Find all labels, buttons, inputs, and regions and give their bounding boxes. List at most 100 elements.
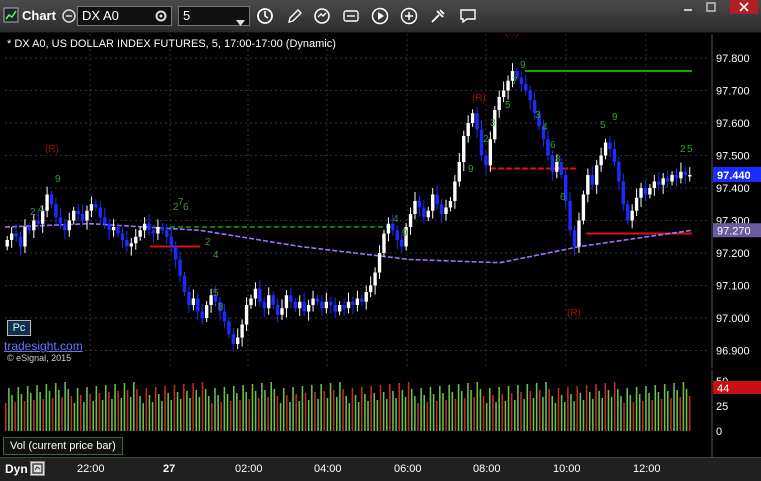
candle-body <box>484 155 488 166</box>
candle-body <box>320 301 324 309</box>
time-label: 27 <box>163 463 176 475</box>
volume-bar <box>198 397 201 431</box>
flag-icon[interactable] <box>340 5 362 27</box>
candle-body <box>5 240 9 247</box>
volume-bar <box>535 383 538 431</box>
pencil-icon[interactable] <box>284 5 306 27</box>
candle-body <box>435 194 439 205</box>
time-label: 04:00 <box>314 463 342 475</box>
candle-body <box>227 321 231 335</box>
volume-bar <box>548 389 550 431</box>
volume-bar <box>120 398 123 431</box>
symbol-input[interactable]: DX A0 <box>77 6 172 26</box>
price-tick-label: 97.000 <box>716 313 750 325</box>
volume-bar <box>407 382 410 431</box>
volume-bar <box>501 394 504 431</box>
volume-bar <box>20 394 23 431</box>
zoom-icon[interactable] <box>398 5 420 27</box>
volume-tick-label: 25 <box>716 401 728 413</box>
chevron-down-icon[interactable] <box>236 13 245 31</box>
volume-bar <box>410 389 413 431</box>
volume-bar <box>220 402 223 431</box>
volume-bar <box>679 397 682 431</box>
volume-bar <box>657 392 660 431</box>
volume-bar <box>76 388 79 431</box>
candle-body <box>431 194 435 211</box>
volume-bar <box>476 382 479 431</box>
volume-bar <box>95 386 98 431</box>
volume-bar <box>176 392 179 431</box>
candle-body <box>27 227 32 231</box>
setup-count-label: 2 <box>483 134 489 145</box>
candle-body <box>382 233 386 253</box>
candle-body <box>98 207 102 218</box>
r-annotation: (R) <box>567 308 581 319</box>
volume-bar <box>360 387 363 431</box>
candle-body <box>54 204 58 218</box>
tools-icon[interactable] <box>427 5 449 27</box>
volume-bar <box>182 384 185 431</box>
refresh-icon[interactable] <box>311 5 333 27</box>
volume-bar <box>620 396 622 431</box>
setup-count-label: 5 <box>687 144 693 155</box>
volume-bar <box>301 386 304 431</box>
volume-bar <box>645 386 647 431</box>
candle-body <box>688 175 692 177</box>
price-chart[interactable]: 249267245849923579346865925 (R)(R)(R)(R)… <box>0 34 761 368</box>
settings-icon[interactable] <box>151 6 171 26</box>
candle-body <box>329 301 333 305</box>
setup-count-label: 4 <box>213 250 219 261</box>
volume-bar <box>142 403 144 431</box>
volume-bar <box>382 392 385 431</box>
volume-bar <box>70 396 73 431</box>
volume-bar <box>617 389 619 431</box>
volume-bar <box>92 401 94 431</box>
volume-bar <box>186 391 188 431</box>
volume-bar <box>117 391 119 431</box>
volume-study-label[interactable]: Vol (current price bar) <box>3 437 123 455</box>
volume-bar <box>498 387 500 431</box>
dynamic-toggle-button[interactable] <box>30 461 45 476</box>
setup-count-label: 7 <box>512 76 518 87</box>
setup-count-label: 8 <box>218 302 224 313</box>
candle-body <box>191 298 196 305</box>
volume-bar <box>470 390 472 431</box>
clock-icon[interactable] <box>254 5 276 27</box>
candle-body <box>373 272 377 286</box>
volume-bar <box>154 387 157 431</box>
volume-bar <box>435 401 438 431</box>
candle-body <box>94 204 98 208</box>
volume-bar <box>445 400 447 431</box>
candle-body <box>23 227 27 247</box>
interval-select[interactable]: 5 <box>178 6 250 26</box>
symbol-value: DX A0 <box>82 8 119 23</box>
candle-body <box>267 295 271 309</box>
play-icon[interactable] <box>369 5 391 27</box>
volume-bar <box>492 395 494 431</box>
volume-bar <box>629 395 632 431</box>
pc-badge[interactable]: Pc <box>7 320 31 336</box>
setup-count-label: 3 <box>535 110 541 121</box>
setup-count-label: 6 <box>560 192 566 203</box>
chart-icon[interactable] <box>2 6 20 24</box>
volume-bar <box>613 382 616 431</box>
volume-bar <box>485 403 488 431</box>
watermark-link[interactable]: tradesight.com <box>4 339 83 353</box>
volume-bar <box>489 388 491 431</box>
volume-bar <box>601 398 604 431</box>
volume-bar <box>351 388 354 431</box>
comment-icon[interactable] <box>457 5 479 27</box>
volume-bar <box>282 388 285 431</box>
close-icon[interactable] <box>730 0 758 14</box>
candle-body <box>67 220 71 231</box>
volume-tick-label: 0 <box>716 426 722 438</box>
volume-bar <box>239 400 241 431</box>
restore-icon[interactable] <box>678 0 698 14</box>
maximize-icon[interactable] <box>701 0 721 14</box>
volume-bar <box>189 398 191 431</box>
setup-count-label: 2 <box>205 237 211 248</box>
candle-body <box>683 171 688 175</box>
candle-body <box>298 301 302 309</box>
volume-bar <box>364 394 366 431</box>
volume-bar <box>688 396 691 431</box>
